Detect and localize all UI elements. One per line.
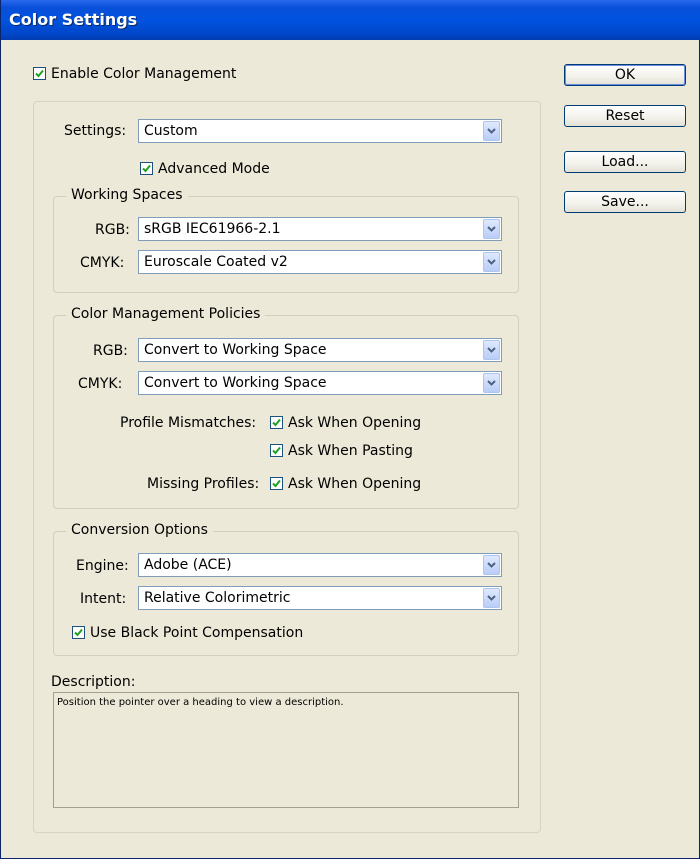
missing-ask-opening-label: Ask When Opening bbox=[288, 476, 422, 492]
working-rgb-label: RGB: bbox=[95, 222, 130, 238]
missing-profiles-label: Missing Profiles: bbox=[147, 476, 260, 492]
enable-color-management-label: Enable Color Management bbox=[51, 66, 237, 82]
missing-ask-opening-checkbox[interactable] bbox=[270, 477, 283, 490]
working-rgb-value: sRGB IEC61966-2.1 bbox=[144, 221, 281, 237]
policies-title: Color Management Policies bbox=[66, 305, 266, 323]
save-button[interactable]: Save... bbox=[564, 191, 686, 213]
mismatch-ask-pasting-checkbox[interactable] bbox=[270, 444, 283, 457]
working-rgb-dropdown[interactable]: sRGB IEC61966-2.1 bbox=[138, 217, 502, 241]
engine-dropdown[interactable]: Adobe (ACE) bbox=[138, 553, 502, 577]
engine-label: Engine: bbox=[76, 558, 129, 574]
settings-dropdown-value: Custom bbox=[144, 123, 198, 139]
policy-cmyk-label: CMYK: bbox=[78, 376, 123, 392]
working-cmyk-dropdown[interactable]: Euroscale Coated v2 bbox=[138, 250, 502, 274]
black-point-compensation-checkbox[interactable] bbox=[72, 626, 85, 639]
policy-cmyk-value: Convert to Working Space bbox=[144, 375, 327, 391]
settings-dropdown[interactable]: Custom bbox=[138, 119, 502, 143]
load-button-label: Load... bbox=[601, 154, 649, 170]
working-cmyk-value: Euroscale Coated v2 bbox=[144, 254, 288, 270]
working-spaces-title: Working Spaces bbox=[66, 186, 188, 204]
chevron-down-icon bbox=[483, 121, 500, 141]
mismatch-ask-opening-checkbox[interactable] bbox=[270, 416, 283, 429]
intent-label: Intent: bbox=[80, 591, 127, 607]
description-text: Position the pointer over a heading to v… bbox=[57, 697, 344, 708]
chevron-down-icon bbox=[483, 340, 500, 360]
color-settings-dialog: Color Settings Enable Color Management O… bbox=[0, 0, 700, 859]
working-spaces-group bbox=[53, 196, 519, 293]
intent-value: Relative Colorimetric bbox=[144, 590, 291, 606]
chevron-down-icon bbox=[483, 555, 500, 575]
chevron-down-icon bbox=[483, 588, 500, 608]
save-button-label: Save... bbox=[601, 194, 649, 210]
reset-button[interactable]: Reset bbox=[564, 105, 686, 127]
description-box: Position the pointer over a heading to v… bbox=[53, 692, 519, 808]
load-button[interactable]: Load... bbox=[564, 151, 686, 173]
black-point-compensation-label: Use Black Point Compensation bbox=[90, 625, 304, 641]
description-label: Description: bbox=[51, 674, 136, 690]
conversion-title: Conversion Options bbox=[66, 521, 213, 539]
policy-rgb-value: Convert to Working Space bbox=[144, 342, 327, 358]
enable-color-management-checkbox[interactable] bbox=[33, 67, 46, 80]
title-bar[interactable]: Color Settings bbox=[1, 0, 700, 40]
policy-rgb-dropdown[interactable]: Convert to Working Space bbox=[138, 338, 502, 362]
chevron-down-icon bbox=[483, 373, 500, 393]
chevron-down-icon bbox=[483, 252, 500, 272]
window-title: Color Settings bbox=[9, 10, 138, 29]
advanced-mode-checkbox[interactable] bbox=[140, 162, 153, 175]
policy-cmyk-dropdown[interactable]: Convert to Working Space bbox=[138, 371, 502, 395]
settings-label: Settings: bbox=[64, 123, 127, 139]
profile-mismatches-label: Profile Mismatches: bbox=[120, 415, 257, 431]
chevron-down-icon bbox=[483, 219, 500, 239]
intent-dropdown[interactable]: Relative Colorimetric bbox=[138, 586, 502, 610]
mismatch-ask-opening-label: Ask When Opening bbox=[288, 415, 422, 431]
policy-rgb-label: RGB: bbox=[93, 343, 128, 359]
mismatch-ask-pasting-label: Ask When Pasting bbox=[288, 443, 413, 459]
working-cmyk-label: CMYK: bbox=[80, 255, 125, 271]
advanced-mode-label: Advanced Mode bbox=[158, 161, 270, 177]
engine-value: Adobe (ACE) bbox=[144, 557, 232, 573]
ok-button[interactable]: OK bbox=[564, 64, 686, 86]
